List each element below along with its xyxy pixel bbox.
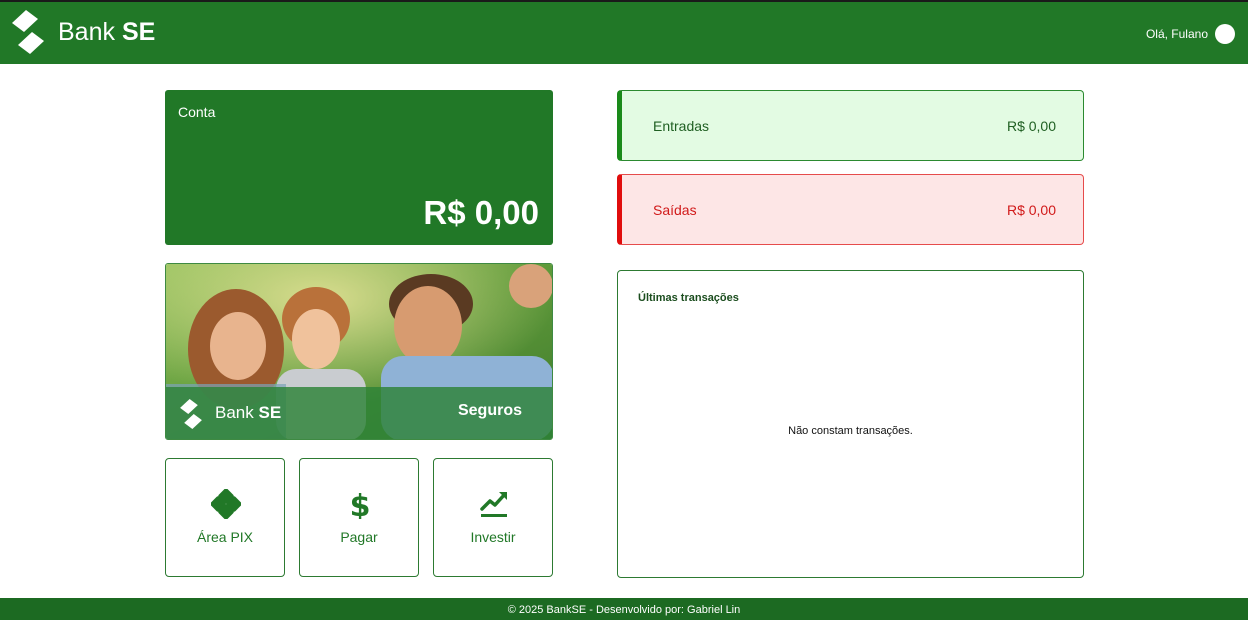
brand-name[interactable]: Bank SE	[58, 17, 155, 47]
bank-se-logo-icon	[180, 399, 202, 429]
chart-up-icon	[480, 492, 507, 517]
dollar-icon: $	[350, 489, 371, 519]
expenses-label: Saídas	[653, 202, 697, 218]
account-label: Conta	[178, 104, 216, 120]
top-header: Bank SE Olá, Fulano	[0, 2, 1248, 64]
user-avatar-icon[interactable]	[1215, 24, 1235, 44]
banner-title: Seguros	[457, 402, 522, 419]
svg-text:$: $	[350, 489, 371, 519]
bank-se-logo-icon[interactable]	[12, 10, 44, 54]
income-label: Entradas	[653, 118, 710, 134]
page-footer: © 2025 BankSE - Desenvolvido por: Gabrie…	[0, 598, 1248, 620]
pay-button[interactable]: $ Pagar	[299, 458, 419, 577]
account-card: Conta R$ 0,00	[165, 90, 553, 245]
banner-brand-bold: SE	[258, 403, 282, 422]
pix-area-button[interactable]: Área PIX	[165, 458, 285, 577]
invest-label: Investir	[470, 529, 516, 545]
income-card: Entradas R$ 0,00	[617, 90, 1084, 161]
transactions-empty-message: Não constam transações.	[788, 425, 913, 437]
invest-button[interactable]: Investir	[433, 458, 553, 577]
pix-area-label: Área PIX	[196, 529, 254, 545]
insurance-banner[interactable]: Bank SE Seguros	[165, 263, 553, 440]
pix-icon	[211, 489, 241, 519]
transactions-panel: Últimas transações Não constam transaçõe…	[617, 270, 1084, 578]
income-value: R$ 0,00	[1006, 118, 1056, 134]
brand-name-light: Bank	[58, 18, 115, 46]
account-balance: R$ 0,00	[423, 194, 539, 231]
banner-caption-strip: Bank SE Seguros	[166, 387, 552, 439]
transactions-title: Últimas transações	[638, 292, 739, 304]
banner-brand-name: Bank SE	[215, 403, 281, 423]
expenses-value: R$ 0,00	[1006, 202, 1056, 218]
expenses-card: Saídas R$ 0,00	[617, 174, 1084, 245]
user-greeting[interactable]: Olá, Fulano	[1146, 27, 1208, 41]
brand-name-bold: SE	[121, 18, 156, 46]
pay-label: Pagar	[340, 529, 378, 545]
banner-brand-light: Bank	[215, 403, 254, 422]
